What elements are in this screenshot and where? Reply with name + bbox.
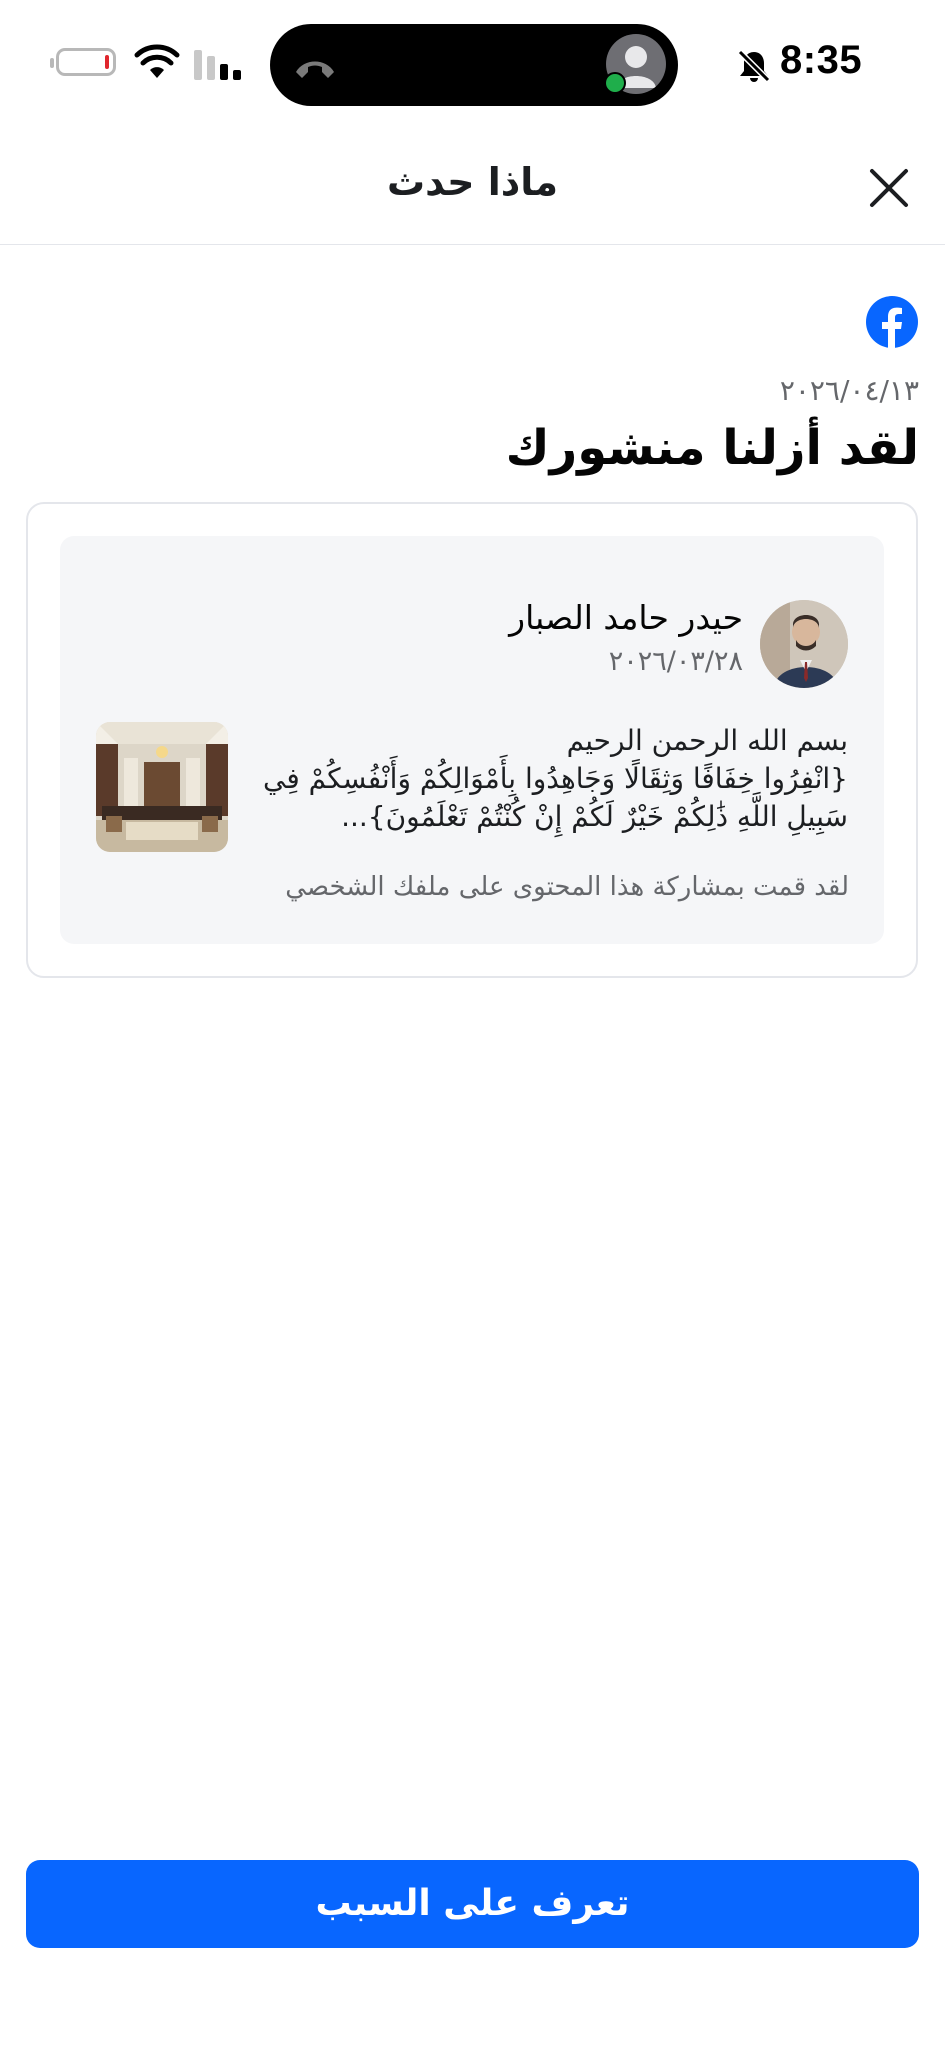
- learn-why-button[interactable]: تعرف على السبب: [26, 1860, 919, 1948]
- top-header: ماذا حدث: [0, 130, 945, 245]
- author-avatar: [760, 600, 848, 688]
- bell-muted-icon: [737, 49, 771, 83]
- battery-icon: [50, 48, 116, 76]
- shared-note: لقد قمت بمشاركة هذا المحتوى على ملفك الش…: [285, 872, 849, 902]
- close-icon[interactable]: [866, 165, 912, 211]
- post-text: بسم الله الرحمن الرحيم {انْفِرُوا خِفَاف…: [263, 724, 848, 833]
- facebook-logo-icon: [866, 296, 918, 348]
- phone-hangup-icon: [296, 61, 334, 78]
- cellular-signal-icon: [194, 50, 241, 80]
- status-time: 8:35: [780, 38, 863, 82]
- wifi-icon: [134, 44, 180, 78]
- post-date: ٢٠٢٦/٠٣/٢٨: [608, 646, 743, 677]
- page-title: ماذا حدث: [386, 160, 559, 204]
- dynamic-island-call[interactable]: [270, 24, 678, 106]
- notice-date: ٢٠٢٦/٠٤/١٣: [779, 374, 919, 407]
- notice-title: لقد أزلنا منشورك: [505, 420, 919, 476]
- status-bar: 8:35: [0, 0, 945, 130]
- post-author-name: حيدر حامد الصبار: [509, 598, 743, 637]
- whatsapp-icon: [604, 72, 626, 94]
- post-thumbnail-image: [96, 722, 228, 852]
